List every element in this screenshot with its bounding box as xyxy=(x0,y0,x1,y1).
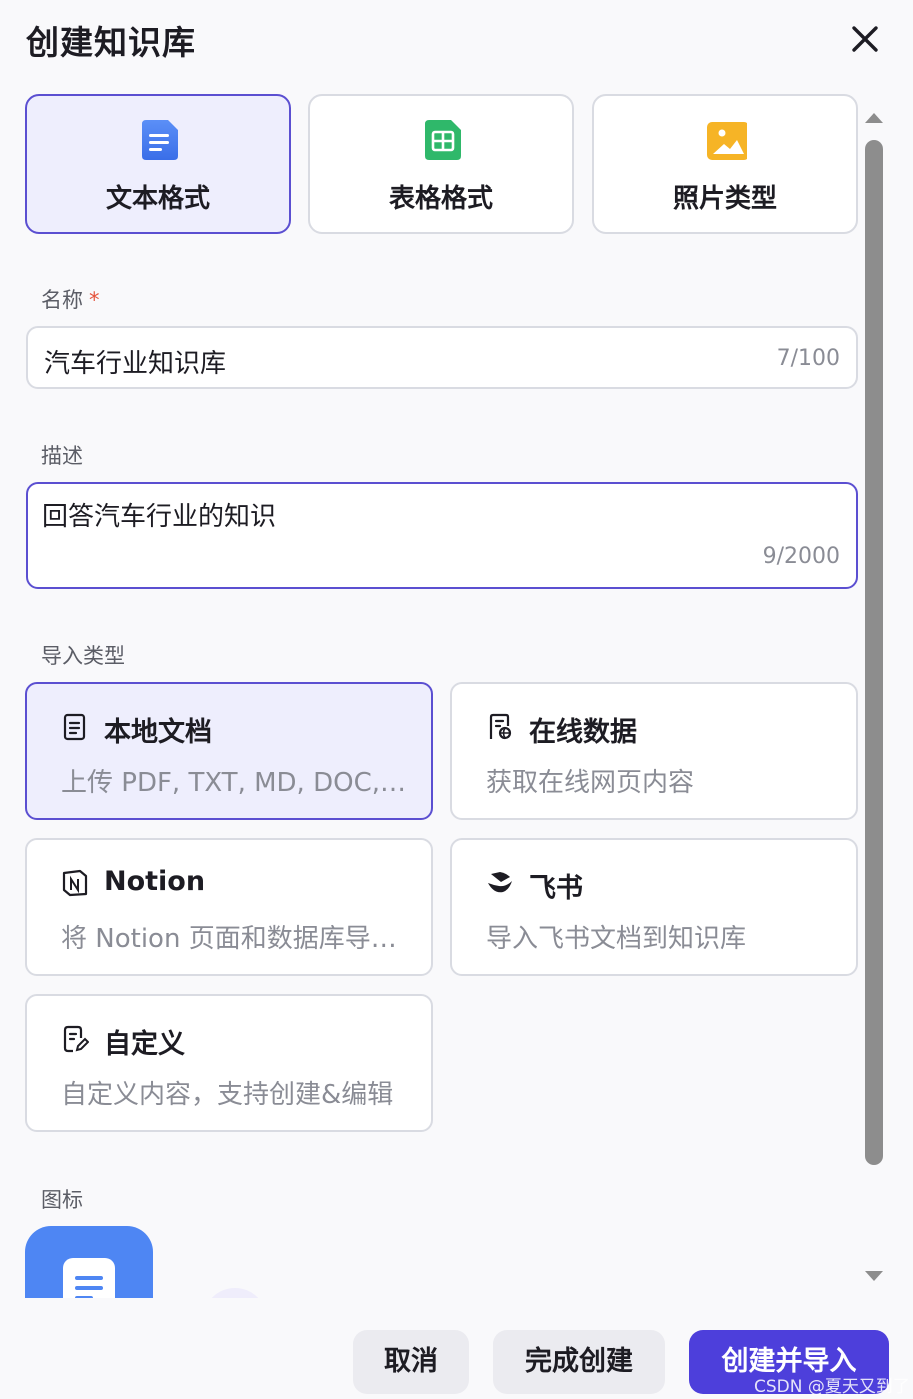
dialog-title: 创建知识库 xyxy=(26,23,196,62)
import-option-title: 在线数据 xyxy=(529,717,637,748)
arrow-up-icon xyxy=(865,113,883,123)
name-label: 名称 * xyxy=(41,284,100,314)
dialog-body: 文本格式 表格格式 照片类型 名称 * 汽车行业知识库 7/100 描述 回答汽车… xyxy=(0,80,913,1298)
import-option-title: Notion xyxy=(104,866,206,897)
tab-table-format[interactable]: 表格格式 xyxy=(308,94,574,234)
notion-icon xyxy=(62,869,88,897)
finish-create-button[interactable]: 完成创建 xyxy=(493,1330,665,1394)
description-value: 回答汽车行业的知识 xyxy=(42,502,277,532)
tab-label: 文本格式 xyxy=(105,184,210,214)
watermark: CSDN @夏天又到了 xyxy=(754,1377,910,1397)
import-notion[interactable]: Notion 将 Notion 页面和数据库导… xyxy=(25,838,433,976)
import-option-title: 自定义 xyxy=(104,1029,185,1060)
scrollbar-thumb[interactable] xyxy=(865,140,883,1165)
import-feishu[interactable]: 飞书 导入飞书文档到知识库 xyxy=(450,838,858,976)
tab-image-type[interactable]: 照片类型 xyxy=(592,94,858,234)
import-option-desc: 将 Notion 页面和数据库导… xyxy=(61,924,397,954)
custom-edit-icon xyxy=(63,1025,89,1053)
doc-icon xyxy=(63,1258,115,1298)
online-data-icon xyxy=(489,713,512,740)
import-online-data[interactable]: 在线数据 获取在线网页内容 xyxy=(450,682,858,820)
table-icon xyxy=(425,120,461,160)
tab-label: 照片类型 xyxy=(672,184,777,214)
feishu-icon xyxy=(488,872,512,893)
scroll-down-arrow[interactable] xyxy=(864,1268,884,1282)
import-type-label: 导入类型 xyxy=(41,644,125,668)
close-button[interactable] xyxy=(848,22,882,56)
close-icon xyxy=(852,26,878,52)
desc-label: 描述 xyxy=(41,444,83,468)
name-char-counter: 7/100 xyxy=(776,346,840,371)
description-textarea[interactable]: 回答汽车行业的知识 9/2000 xyxy=(26,482,858,589)
import-option-title: 本地文档 xyxy=(104,717,212,748)
import-custom[interactable]: 自定义 自定义内容，支持创建&编辑 xyxy=(25,994,433,1132)
import-option-desc: 导入飞书文档到知识库 xyxy=(486,924,747,954)
import-option-desc: 获取在线网页内容 xyxy=(486,768,695,798)
import-option-title: 飞书 xyxy=(529,873,583,904)
import-local-doc[interactable]: 本地文档 上传 PDF, TXT, MD, DOC, … xyxy=(25,682,433,820)
icon-upload-button[interactable] xyxy=(203,1288,267,1298)
tab-text-format[interactable]: 文本格式 xyxy=(25,94,291,234)
description-char-counter: 9/2000 xyxy=(762,544,840,569)
name-label-text: 名称 xyxy=(41,288,83,312)
image-icon xyxy=(707,122,747,160)
tab-label: 表格格式 xyxy=(388,184,493,214)
text-doc-icon xyxy=(142,120,178,160)
arrow-down-icon xyxy=(865,1271,883,1281)
import-option-desc: 上传 PDF, TXT, MD, DOC, … xyxy=(61,768,411,798)
local-doc-icon xyxy=(63,713,86,741)
scroll-up-arrow[interactable] xyxy=(864,110,884,124)
name-input-value: 汽车行业知识库 xyxy=(44,349,227,379)
cancel-button[interactable]: 取消 xyxy=(353,1330,469,1394)
import-option-desc: 自定义内容，支持创建&编辑 xyxy=(61,1080,394,1110)
knowledge-base-icon-preview[interactable] xyxy=(25,1226,153,1298)
icon-label: 图标 xyxy=(41,1188,83,1212)
required-mark: * xyxy=(89,288,100,312)
name-input[interactable]: 汽车行业知识库 7/100 xyxy=(26,326,858,389)
